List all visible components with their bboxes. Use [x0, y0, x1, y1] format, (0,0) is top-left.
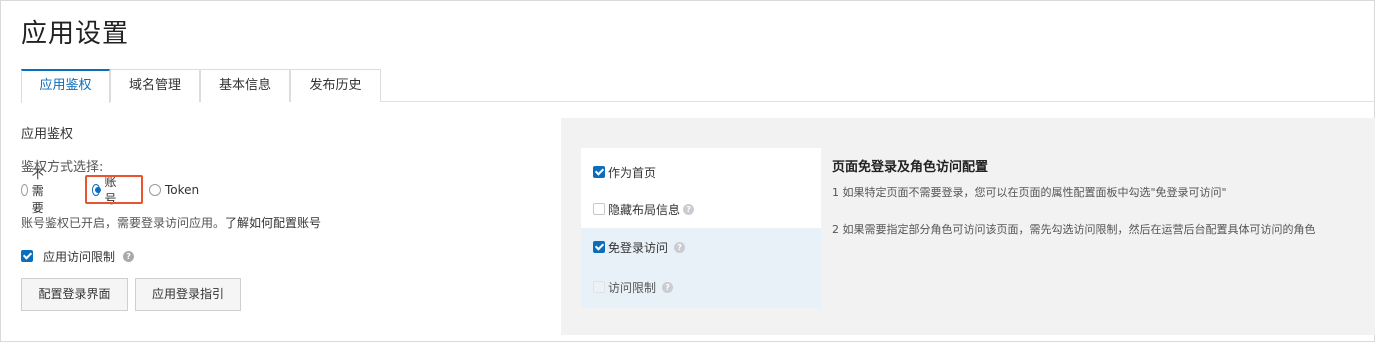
page-title: 应用设置: [21, 19, 130, 49]
menu-item-label: 免登录访问: [608, 240, 669, 255]
question-circle-icon[interactable]: ?: [662, 281, 674, 293]
page-config-menu: 作为首页 隐藏布局信息 ? 免登录访问 ? 访问限制 ?: [581, 148, 821, 308]
checkbox-checked-icon[interactable]: [593, 241, 605, 253]
radio-dot: [149, 184, 161, 196]
checkbox-checked-icon[interactable]: [21, 250, 33, 262]
access-limit-checkbox[interactable]: 应用访问限制 ?: [21, 248, 135, 264]
tab-bar: 应用鉴权 域名管理 基本信息 发布历史: [21, 69, 1375, 103]
question-circle-icon[interactable]: ?: [123, 250, 135, 262]
highlight-annotation-box: [85, 175, 143, 204]
radio-token[interactable]: Token: [149, 180, 199, 200]
access-limit-label: 应用访问限制: [43, 249, 116, 264]
tab-publish-history[interactable]: 发布历史: [290, 69, 381, 102]
question-circle-icon[interactable]: ?: [674, 241, 686, 253]
tab-basic-info[interactable]: 基本信息: [200, 69, 290, 102]
checkbox-checked-icon[interactable]: [593, 166, 605, 178]
checkbox-unchecked-icon[interactable]: [593, 203, 605, 215]
menu-item-label: 隐藏布局信息: [608, 202, 681, 217]
radio-label: 不需要: [31, 166, 44, 215]
menu-item-label: 访问限制: [608, 280, 657, 295]
menu-item-access-limit[interactable]: 访问限制 ?: [581, 266, 821, 308]
app-settings-panel: 应用设置 应用鉴权 域名管理 基本信息 发布历史 应用鉴权 鉴权方式选择: 不需…: [0, 0, 1375, 342]
info-line-2: 2 如果需要指定部分角色可访问该页面，需先勾选访问限制，然后在运营后台配置具体可…: [832, 223, 1316, 236]
config-info: 页面免登录及角色访问配置 1 如果特定页面不需要登录，您可以在页面的属性配置面板…: [832, 156, 1316, 236]
tab-domain-management[interactable]: 域名管理: [110, 69, 200, 102]
config-login-page-button[interactable]: 配置登录界面: [21, 278, 128, 311]
auth-tip-text: 账号鉴权已开启，需要登录访问应用。: [21, 216, 226, 230]
menu-item-login-free[interactable]: 免登录访问 ?: [581, 228, 821, 266]
info-line-1: 1 如果特定页面不需要登录，您可以在页面的属性配置面板中勾选"免登录可访问": [832, 186, 1227, 199]
info-title: 页面免登录及角色访问配置: [832, 160, 989, 175]
radio-dot: [21, 184, 28, 196]
radio-none[interactable]: 不需要: [21, 167, 49, 215]
section-title: 应用鉴权: [21, 127, 74, 142]
checkbox-disabled-icon: [593, 281, 605, 293]
menu-item-set-homepage[interactable]: 作为首页: [581, 153, 821, 191]
question-circle-icon[interactable]: ?: [683, 203, 695, 215]
menu-item-hide-layout[interactable]: 隐藏布局信息 ?: [581, 190, 821, 228]
config-account-link[interactable]: 了解如何配置账号: [225, 216, 321, 230]
menu-item-label: 作为首页: [608, 165, 657, 180]
preview-panel: 作为首页 隐藏布局信息 ? 免登录访问 ? 访问限制 ? 页面免登录及角色访问配…: [561, 118, 1375, 335]
tab-app-auth[interactable]: 应用鉴权: [21, 69, 110, 103]
app-login-guide-button[interactable]: 应用登录指引: [135, 278, 241, 311]
auth-tip: 账号鉴权已开启，需要登录访问应用。了解如何配置账号: [21, 214, 321, 231]
radio-label: Token: [165, 183, 200, 197]
